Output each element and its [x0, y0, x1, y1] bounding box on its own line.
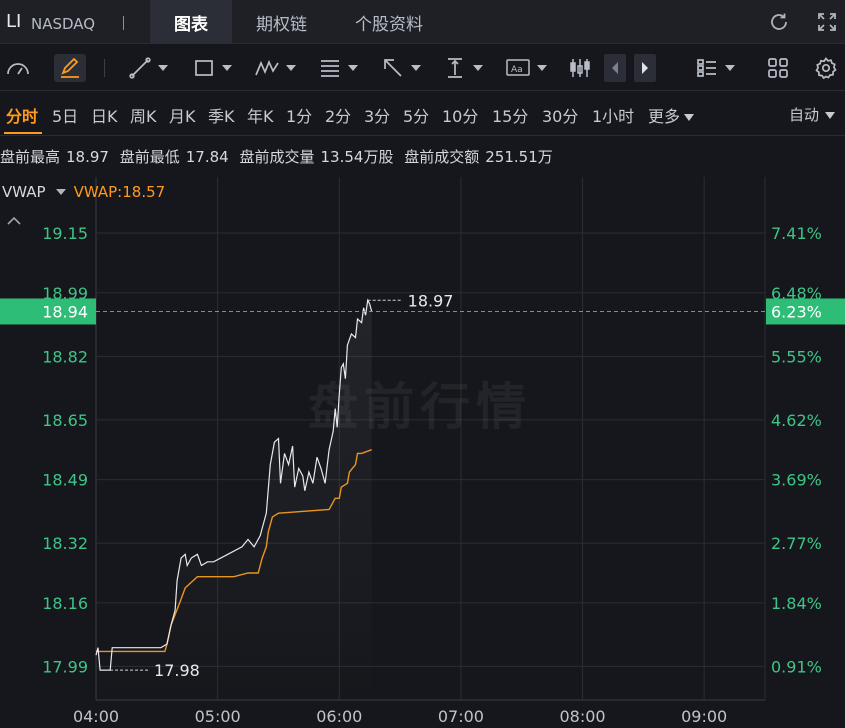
x-tick-label: 06:00: [316, 707, 362, 726]
price-area-fill: [96, 300, 372, 700]
y-pct-tick-label: 5.55%: [771, 347, 822, 366]
y-pct-tick-label: 2.77%: [771, 534, 822, 553]
vwap-legend: VWAP VWAP:18.57: [2, 183, 165, 201]
collapse-chevron-up-icon[interactable]: [6, 212, 22, 225]
current-pct-value: 6.23%: [771, 302, 822, 321]
y-tick-label: 19.15: [42, 224, 88, 243]
vwap-value: VWAP:18.57: [73, 183, 166, 201]
x-tick-label: 08:00: [559, 707, 605, 726]
chevron-down-icon[interactable]: [55, 189, 66, 195]
high-callout-label: 18.97: [408, 291, 454, 310]
y-tick-label: 17.99: [42, 657, 88, 676]
x-tick-label: 07:00: [438, 707, 484, 726]
y-pct-tick-label: 3.69%: [771, 471, 822, 490]
current-price-value: 18.94: [42, 302, 88, 321]
indicator-name[interactable]: VWAP: [2, 183, 46, 201]
y-pct-tick-label: 1.84%: [771, 594, 822, 613]
y-pct-tick-label: 7.41%: [771, 224, 822, 243]
y-tick-label: 18.16: [42, 594, 88, 613]
x-tick-label: 04:00: [73, 707, 119, 726]
low-callout-label: 17.98: [154, 661, 200, 680]
y-pct-tick-label: 4.62%: [771, 411, 822, 430]
chart-series: [95, 298, 765, 700]
y-tick-label: 18.65: [42, 411, 88, 430]
intraday-chart[interactable]: 盘前行情 04:00 05:00 06:00 07:00 08:00 09:0019.15…: [0, 0, 845, 728]
y-tick-label: 18.49: [42, 471, 88, 490]
y-tick-label: 18.32: [42, 534, 88, 553]
y-pct-tick-label: 0.91%: [771, 657, 822, 676]
x-tick-label: 09:00: [681, 707, 727, 726]
y-tick-label: 18.82: [42, 347, 88, 366]
x-tick-label: 05:00: [195, 707, 241, 726]
